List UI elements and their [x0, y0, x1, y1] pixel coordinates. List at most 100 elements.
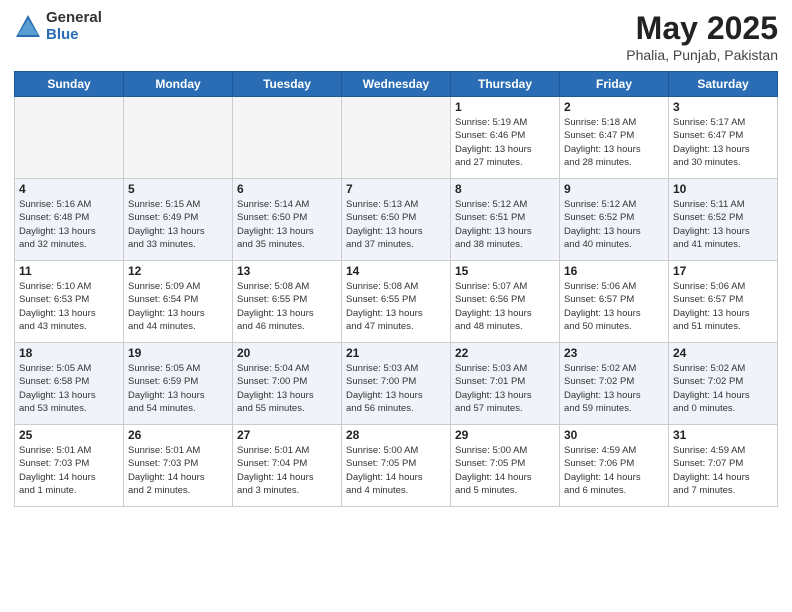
day-info: Sunrise: 5:17 AM Sunset: 6:47 PM Dayligh… — [673, 116, 773, 169]
calendar-day-23: 23 Sunrise: 5:02 AM Sunset: 7:02 PM Dayli… — [560, 343, 669, 425]
calendar-day-21: 21 Sunrise: 5:03 AM Sunset: 7:00 PM Dayli… — [342, 343, 451, 425]
calendar-week-row: 18 Sunrise: 5:05 AM Sunset: 6:58 PM Dayli… — [15, 343, 778, 425]
calendar-empty-cell — [342, 97, 451, 179]
day-of-week-thursday: Thursday — [451, 72, 560, 97]
day-number: 14 — [346, 264, 446, 278]
calendar-week-row: 1 Sunrise: 5:19 AM Sunset: 6:46 PM Daylig… — [15, 97, 778, 179]
calendar-day-4: 4Sunrise: 5:16 AM Sunset: 6:48 PM Daylig… — [15, 179, 124, 261]
calendar-day-22: 22 Sunrise: 5:03 AM Sunset: 7:01 PM Dayli… — [451, 343, 560, 425]
calendar-week-row: 11 Sunrise: 5:10 AM Sunset: 6:53 PM Dayli… — [15, 261, 778, 343]
day-info: Sunrise: 5:01 AM Sunset: 7:03 PM Dayligh… — [19, 444, 119, 497]
calendar-day-12: 12Sunrise: 5:09 AM Sunset: 6:54 PM Dayli… — [124, 261, 233, 343]
calendar-day-16: 16 Sunrise: 5:06 AM Sunset: 6:57 PM Dayli… — [560, 261, 669, 343]
day-info: Sunrise: 5:19 AM Sunset: 6:46 PM Dayligh… — [455, 116, 555, 169]
calendar-day-24: 24 Sunrise: 5:02 AM Sunset: 7:02 PM Dayli… — [669, 343, 778, 425]
day-info: Sunrise: 5:07 AM Sunset: 6:56 PM Dayligh… — [455, 280, 555, 333]
logo-icon — [14, 13, 42, 41]
calendar-day-1: 1 Sunrise: 5:19 AM Sunset: 6:46 PM Daylig… — [451, 97, 560, 179]
day-number: 9 — [564, 182, 664, 196]
day-number: 15 — [455, 264, 555, 278]
day-info: Sunrise: 5:08 AM Sunset: 6:55 PM Dayligh… — [346, 280, 446, 333]
logo: General Blue — [14, 10, 102, 43]
calendar-day-18: 18 Sunrise: 5:05 AM Sunset: 6:58 PM Dayli… — [15, 343, 124, 425]
calendar-day-7: 7 Sunrise: 5:13 AM Sunset: 6:50 PM Daylig… — [342, 179, 451, 261]
day-info: Sunrise: 5:13 AM Sunset: 6:50 PM Dayligh… — [346, 198, 446, 251]
day-number: 22 — [455, 346, 555, 360]
calendar-day-26: 26Sunrise: 5:01 AM Sunset: 7:03 PM Dayli… — [124, 425, 233, 507]
day-info: Sunrise: 5:05 AM Sunset: 6:58 PM Dayligh… — [19, 362, 119, 415]
day-info: Sunrise: 5:01 AM Sunset: 7:04 PM Dayligh… — [237, 444, 337, 497]
day-info: Sunrise: 5:08 AM Sunset: 6:55 PM Dayligh… — [237, 280, 337, 333]
day-info: Sunrise: 5:10 AM Sunset: 6:53 PM Dayligh… — [19, 280, 119, 333]
day-info: Sunrise: 5:12 AM Sunset: 6:51 PM Dayligh… — [455, 198, 555, 251]
day-number: 30 — [564, 428, 664, 442]
day-info: Sunrise: 5:09 AM Sunset: 6:54 PM Dayligh… — [128, 280, 228, 333]
day-info: Sunrise: 5:03 AM Sunset: 7:00 PM Dayligh… — [346, 362, 446, 415]
day-of-week-tuesday: Tuesday — [233, 72, 342, 97]
day-number: 3 — [673, 100, 773, 114]
day-info: Sunrise: 5:02 AM Sunset: 7:02 PM Dayligh… — [564, 362, 664, 415]
calendar-day-10: 10Sunrise: 5:11 AM Sunset: 6:52 PM Dayli… — [669, 179, 778, 261]
day-number: 4 — [19, 182, 119, 196]
day-number: 19 — [128, 346, 228, 360]
day-of-week-saturday: Saturday — [669, 72, 778, 97]
day-number: 18 — [19, 346, 119, 360]
calendar-title: May 2025 — [626, 10, 778, 47]
day-number: 24 — [673, 346, 773, 360]
calendar-day-29: 29 Sunrise: 5:00 AM Sunset: 7:05 PM Dayli… — [451, 425, 560, 507]
calendar-week-row: 25 Sunrise: 5:01 AM Sunset: 7:03 PM Dayli… — [15, 425, 778, 507]
calendar-day-15: 15 Sunrise: 5:07 AM Sunset: 6:56 PM Dayli… — [451, 261, 560, 343]
calendar-table: SundayMondayTuesdayWednesdayThursdayFrid… — [14, 71, 778, 507]
day-info: Sunrise: 5:00 AM Sunset: 7:05 PM Dayligh… — [455, 444, 555, 497]
calendar-day-8: 8 Sunrise: 5:12 AM Sunset: 6:51 PM Daylig… — [451, 179, 560, 261]
calendar-empty-cell — [233, 97, 342, 179]
day-info: Sunrise: 5:15 AM Sunset: 6:49 PM Dayligh… — [128, 198, 228, 251]
day-number: 2 — [564, 100, 664, 114]
day-number: 25 — [19, 428, 119, 442]
day-number: 21 — [346, 346, 446, 360]
calendar-day-28: 28 Sunrise: 5:00 AM Sunset: 7:05 PM Dayli… — [342, 425, 451, 507]
day-number: 11 — [19, 264, 119, 278]
day-number: 29 — [455, 428, 555, 442]
day-number: 31 — [673, 428, 773, 442]
day-info: Sunrise: 5:06 AM Sunset: 6:57 PM Dayligh… — [564, 280, 664, 333]
day-number: 5 — [128, 182, 228, 196]
day-info: Sunrise: 4:59 AM Sunset: 7:07 PM Dayligh… — [673, 444, 773, 497]
day-number: 27 — [237, 428, 337, 442]
day-number: 28 — [346, 428, 446, 442]
day-number: 13 — [237, 264, 337, 278]
header: General Blue May 2025 Phalia, Punjab, Pa… — [14, 10, 778, 63]
day-info: Sunrise: 5:06 AM Sunset: 6:57 PM Dayligh… — [673, 280, 773, 333]
calendar-day-5: 5 Sunrise: 5:15 AM Sunset: 6:49 PM Daylig… — [124, 179, 233, 261]
day-info: Sunrise: 5:04 AM Sunset: 7:00 PM Dayligh… — [237, 362, 337, 415]
day-of-week-friday: Friday — [560, 72, 669, 97]
calendar-empty-cell — [124, 97, 233, 179]
day-info: Sunrise: 5:05 AM Sunset: 6:59 PM Dayligh… — [128, 362, 228, 415]
day-number: 7 — [346, 182, 446, 196]
day-info: Sunrise: 5:12 AM Sunset: 6:52 PM Dayligh… — [564, 198, 664, 251]
day-info: Sunrise: 4:59 AM Sunset: 7:06 PM Dayligh… — [564, 444, 664, 497]
day-number: 23 — [564, 346, 664, 360]
calendar-day-9: 9 Sunrise: 5:12 AM Sunset: 6:52 PM Daylig… — [560, 179, 669, 261]
day-of-week-sunday: Sunday — [15, 72, 124, 97]
calendar-day-27: 27 Sunrise: 5:01 AM Sunset: 7:04 PM Dayli… — [233, 425, 342, 507]
day-number: 6 — [237, 182, 337, 196]
day-info: Sunrise: 5:03 AM Sunset: 7:01 PM Dayligh… — [455, 362, 555, 415]
calendar-day-3: 3 Sunrise: 5:17 AM Sunset: 6:47 PM Daylig… — [669, 97, 778, 179]
day-of-week-monday: Monday — [124, 72, 233, 97]
day-number: 1 — [455, 100, 555, 114]
logo-text: General Blue — [46, 10, 102, 43]
day-info: Sunrise: 5:00 AM Sunset: 7:05 PM Dayligh… — [346, 444, 446, 497]
calendar-day-2: 2Sunrise: 5:18 AM Sunset: 6:47 PM Daylig… — [560, 97, 669, 179]
day-number: 16 — [564, 264, 664, 278]
day-number: 8 — [455, 182, 555, 196]
day-number: 10 — [673, 182, 773, 196]
calendar-week-row: 4Sunrise: 5:16 AM Sunset: 6:48 PM Daylig… — [15, 179, 778, 261]
day-number: 17 — [673, 264, 773, 278]
calendar-day-19: 19 Sunrise: 5:05 AM Sunset: 6:59 PM Dayli… — [124, 343, 233, 425]
day-info: Sunrise: 5:02 AM Sunset: 7:02 PM Dayligh… — [673, 362, 773, 415]
calendar-day-31: 31 Sunrise: 4:59 AM Sunset: 7:07 PM Dayli… — [669, 425, 778, 507]
logo-blue-text: Blue — [46, 27, 102, 44]
title-block: May 2025 Phalia, Punjab, Pakistan — [626, 10, 778, 63]
calendar-location: Phalia, Punjab, Pakistan — [626, 47, 778, 63]
